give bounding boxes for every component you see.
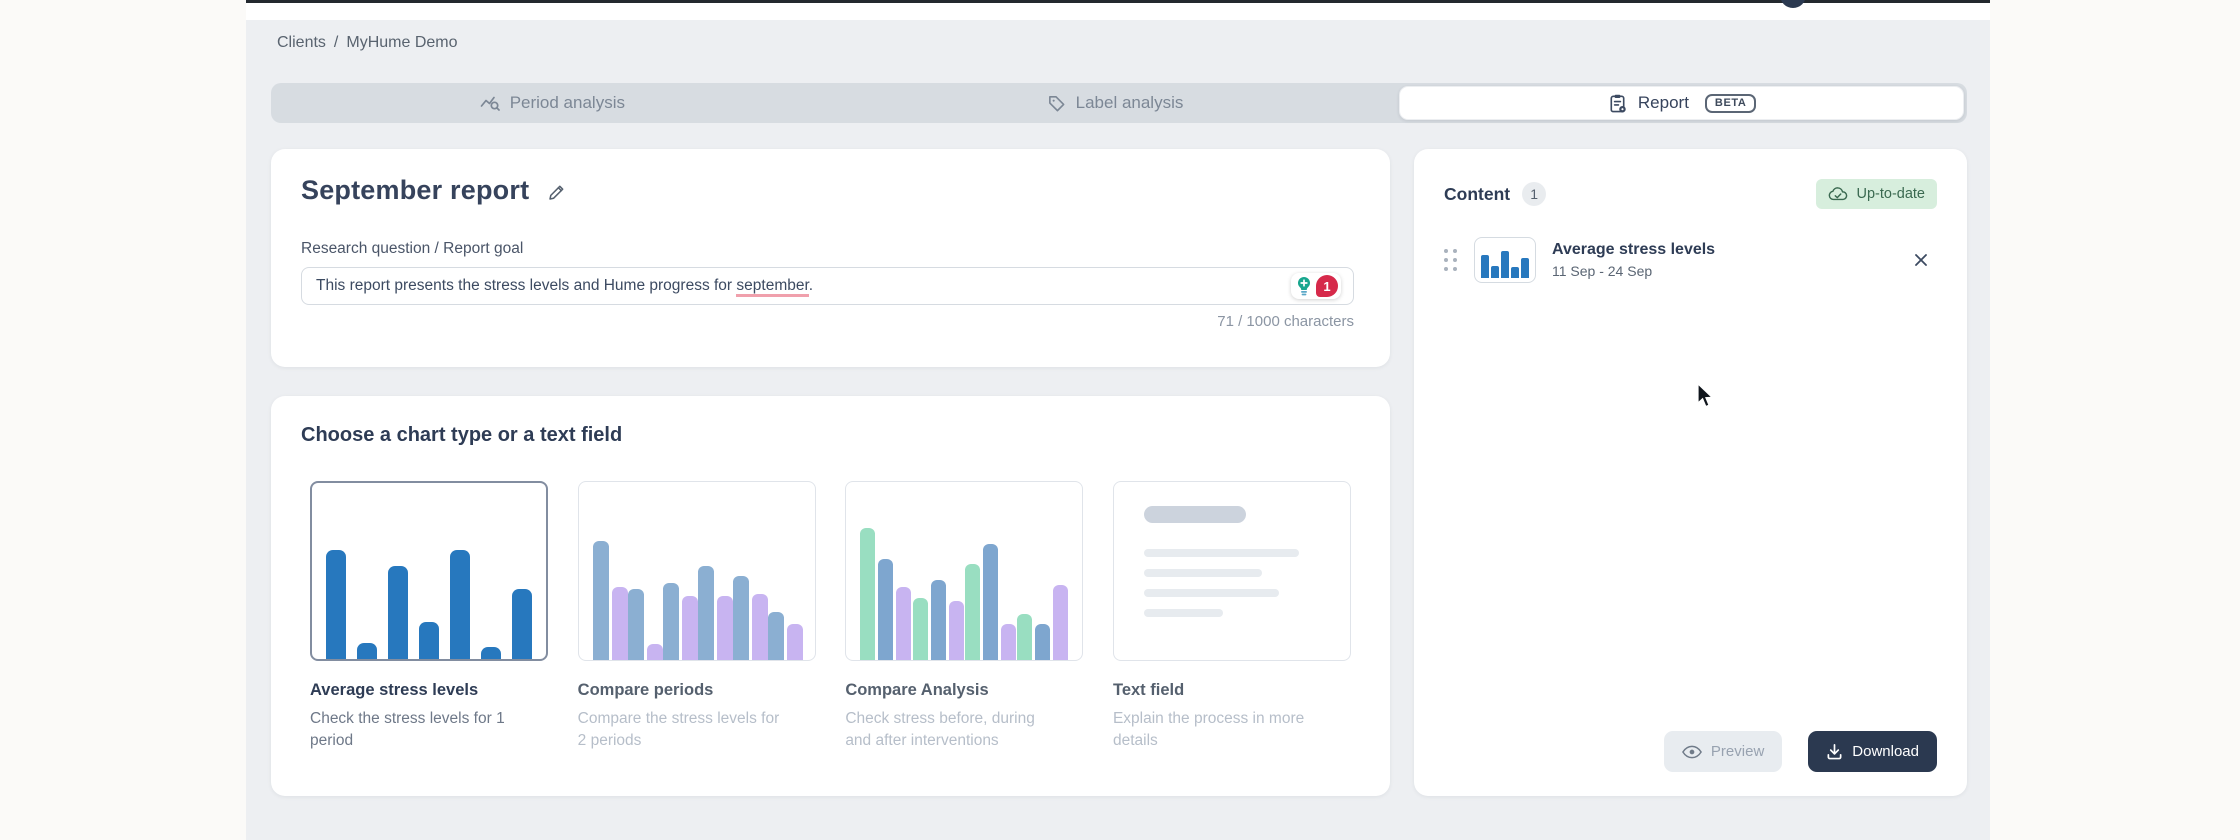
tab-label-analysis[interactable]: Label analysis	[834, 83, 1397, 123]
chart-type-compare-periods[interactable]: Compare periods Compare the stress level…	[578, 481, 816, 752]
bar-chart-thumbnail-icon	[1474, 237, 1536, 283]
tag-icon	[1047, 94, 1066, 113]
chart-type-text-field[interactable]: Text field Explain the process in more d…	[1113, 481, 1351, 752]
remove-item-close-icon[interactable]	[1913, 252, 1929, 268]
breadcrumb-clients[interactable]: Clients	[277, 34, 326, 52]
content-item-date-range: 11 Sep - 24 Sep	[1552, 263, 1715, 279]
analysis-tab-bar: Period analysis Label analysis	[271, 83, 1967, 123]
research-question-input[interactable]: This report presents the stress levels a…	[301, 267, 1354, 305]
content-list-item[interactable]: Average stress levels 11 Sep - 24 Sep	[1444, 237, 1937, 283]
compare-analysis-chart-preview	[845, 481, 1083, 661]
breadcrumb-client-name[interactable]: MyHume Demo	[346, 34, 457, 52]
chart-type-description: Check stress before, during and after in…	[845, 708, 1055, 752]
trend-chart-icon	[480, 93, 500, 113]
preview-label: Preview	[1711, 743, 1764, 760]
tab-period-analysis[interactable]: Period analysis	[271, 83, 834, 123]
lightbulb-icon	[1294, 275, 1314, 297]
download-button[interactable]: Download	[1808, 731, 1937, 772]
text-field-preview	[1113, 481, 1351, 661]
grammar-checker-widget[interactable]: 1	[1291, 273, 1341, 299]
research-question-label: Research question / Report goal	[301, 240, 1356, 258]
content-item-title: Average stress levels	[1552, 241, 1715, 259]
report-title: September report	[301, 175, 529, 206]
status-badge: Up-to-date	[1816, 179, 1937, 209]
question-misspelled-word: september	[736, 277, 808, 297]
drag-handle-icon[interactable]	[1444, 249, 1457, 271]
content-count-badge: 1	[1522, 182, 1546, 206]
status-label: Up-to-date	[1856, 186, 1925, 202]
chart-type-list: Average stress levels Check the stress l…	[271, 481, 1390, 752]
mouse-cursor	[1697, 383, 1715, 414]
chart-type-description: Explain the process in more details	[1113, 708, 1323, 752]
chart-type-description: Compare the stress levels for 2 periods	[578, 708, 788, 752]
report-clipboard-icon	[1607, 93, 1628, 114]
tab-report[interactable]: Report BETA	[1399, 86, 1964, 120]
tab-period-analysis-label: Period analysis	[510, 93, 625, 113]
eye-icon	[1682, 745, 1702, 759]
breadcrumb: Clients / MyHume Demo	[277, 34, 458, 52]
content-panel-title: Content	[1444, 184, 1510, 205]
character-count: 71 / 1000 characters	[301, 313, 1354, 330]
question-text-end: .	[809, 277, 813, 294]
chart-type-title: Compare periods	[578, 681, 816, 700]
chart-type-title: Compare Analysis	[845, 681, 1083, 700]
compare-periods-chart-preview	[578, 481, 816, 661]
chart-type-title: Average stress levels	[310, 681, 548, 700]
preview-button[interactable]: Preview	[1664, 731, 1782, 772]
tab-report-label: Report	[1638, 93, 1689, 113]
report-header-card: September report Research question / Rep…	[271, 149, 1390, 367]
top-window-edge	[246, 0, 1990, 3]
chart-type-compare-analysis[interactable]: Compare Analysis Check stress before, du…	[845, 481, 1083, 752]
chart-type-title: Text field	[1113, 681, 1351, 700]
tab-label-analysis-label: Label analysis	[1076, 93, 1184, 113]
download-icon	[1826, 743, 1843, 760]
chart-chooser-card: Choose a chart type or a text field Aver…	[271, 396, 1390, 796]
chart-type-average-stress[interactable]: Average stress levels Check the stress l…	[310, 481, 548, 752]
question-text: This report presents the stress levels a…	[316, 277, 736, 294]
cloud-check-icon	[1828, 186, 1848, 202]
chart-type-description: Check the stress levels for 1 period	[310, 708, 520, 752]
average-stress-chart-preview	[310, 481, 548, 661]
chooser-heading: Choose a chart type or a text field	[271, 424, 1390, 447]
grammar-issue-count-badge[interactable]: 1	[1316, 275, 1338, 297]
text-skeleton	[1128, 482, 1336, 660]
content-panel: Content 1 Up-to-date Average stress leve…	[1414, 149, 1967, 796]
avatar	[1780, 0, 1806, 8]
beta-badge: BETA	[1705, 94, 1757, 113]
app-window: Clients / MyHume Demo Period analysis	[246, 0, 1990, 840]
download-label: Download	[1852, 743, 1919, 760]
edit-title-pencil-icon[interactable]	[547, 183, 566, 202]
breadcrumb-separator: /	[334, 34, 338, 52]
